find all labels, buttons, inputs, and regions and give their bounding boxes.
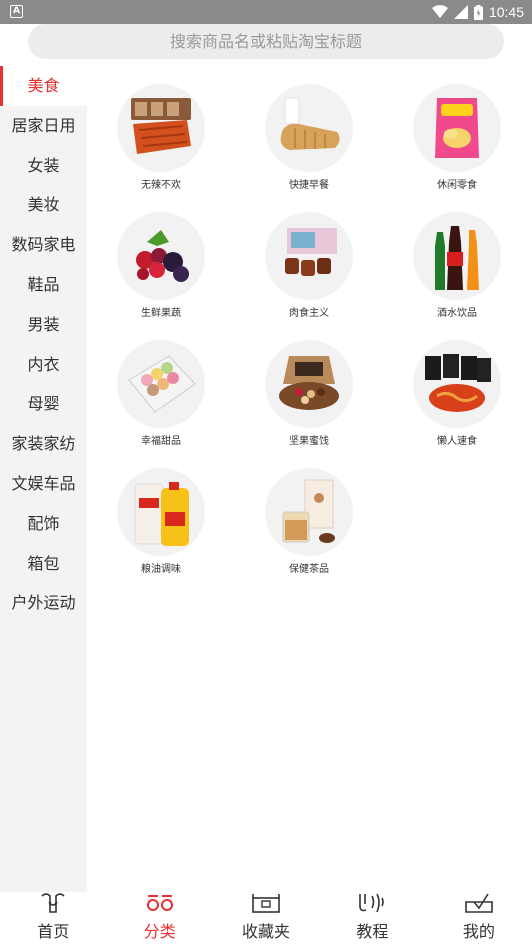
favorites-icon: [252, 894, 280, 913]
drinks-icon: [413, 212, 501, 300]
subcategory-label: 快捷早餐: [289, 180, 329, 191]
subcategory-nuts[interactable]: 坚果蜜饯: [235, 322, 383, 450]
nav-category[interactable]: 分类: [106, 892, 212, 944]
home-icon: [41, 893, 65, 913]
nav-profile[interactable]: 我的: [426, 892, 532, 944]
signal-icon: [453, 5, 468, 19]
subcategory-label: 懒人速食: [437, 436, 477, 447]
sidebar-item-electronics[interactable]: 数码家电: [0, 225, 87, 265]
chips-icon: [413, 84, 501, 172]
subcategory-fresh[interactable]: 生鲜果蔬: [87, 194, 235, 322]
sidebar-item-mother-baby[interactable]: 母婴: [0, 384, 87, 424]
sidebar-item-womens-clothing[interactable]: 女装: [0, 146, 87, 186]
subcategory-breakfast[interactable]: 快捷早餐: [235, 66, 383, 194]
subcategory-desserts[interactable]: 幸福甜品: [87, 322, 235, 450]
nav-tutorial[interactable]: 教程: [319, 892, 425, 944]
battery-icon: [473, 4, 483, 20]
nav-tutorial-label: 教程: [356, 922, 389, 941]
sidebar-item-underwear[interactable]: 内衣: [0, 345, 87, 385]
sidebar-item-entertainment-auto[interactable]: 文娱车品: [0, 464, 87, 504]
nav-favorites[interactable]: 收藏夹: [213, 892, 319, 944]
subcategory-label: 粮油调味: [141, 564, 181, 575]
macaron-icon: [117, 340, 205, 428]
app-notification-icon: A: [10, 5, 23, 18]
profile-icon: [465, 893, 493, 913]
subcategory-grain-oil[interactable]: 粮油调味: [87, 450, 235, 578]
sidebar-item-shoes[interactable]: 鞋品: [0, 265, 87, 305]
subcategory-label: 肉食主义: [289, 308, 329, 319]
subcategory-instant-food[interactable]: 懒人速食: [383, 322, 531, 450]
meat-icon: [265, 212, 353, 300]
subcategory-health-tea[interactable]: 保健茶品: [235, 450, 383, 578]
bottom-nav: 首页 分类 收藏夹 教程 我的: [0, 892, 532, 944]
sidebar-item-household[interactable]: 居家日用: [0, 106, 87, 146]
subcategory-label: 休闲零食: [437, 180, 477, 191]
status-bar: A 10:45: [0, 0, 532, 24]
subcategory-spicy[interactable]: 无辣不欢: [87, 66, 235, 194]
instant-noodle-icon: [413, 340, 501, 428]
category-icon: [146, 895, 173, 911]
subcategory-label: 生鲜果蔬: [141, 308, 181, 319]
spicy-snack-icon: [117, 84, 205, 172]
sidebar-item-home-textile[interactable]: 家装家纺: [0, 424, 87, 464]
nav-favorites-label: 收藏夹: [242, 922, 291, 941]
subcategory-label: 坚果蜜饯: [289, 436, 329, 447]
subcategory-snacks[interactable]: 休闲零食: [383, 66, 531, 194]
subcategory-meat[interactable]: 肉食主义: [235, 194, 383, 322]
rice-oil-icon: [117, 468, 205, 556]
category-sidebar: 美食 居家日用 女装 美妆 数码家电 鞋品 男装 内衣 母婴 家装家纺 文娱车品…: [0, 66, 87, 892]
tea-icon: [265, 468, 353, 556]
nav-home[interactable]: 首页: [0, 892, 106, 944]
nuts-icon: [265, 340, 353, 428]
nav-home-label: 首页: [37, 922, 70, 941]
sidebar-item-bags[interactable]: 箱包: [0, 544, 87, 584]
nav-profile-label: 我的: [462, 922, 495, 941]
berries-icon: [117, 212, 205, 300]
sidebar-item-mens-clothing[interactable]: 男装: [0, 305, 87, 345]
tutorial-icon: [359, 893, 385, 913]
sidebar-item-accessories[interactable]: 配饰: [0, 504, 87, 544]
subcategory-drinks[interactable]: 酒水饮品: [383, 194, 531, 322]
sidebar-item-food[interactable]: 美食: [0, 66, 87, 106]
sidebar-item-outdoor[interactable]: 户外运动: [0, 583, 87, 623]
wifi-icon: [431, 5, 448, 18]
nav-category-label: 分类: [143, 922, 176, 941]
clock: 10:45: [488, 4, 524, 20]
sidebar-item-beauty[interactable]: 美妆: [0, 185, 87, 225]
subcategory-label: 酒水饮品: [437, 308, 477, 319]
bread-icon: [265, 84, 353, 172]
subcategory-label: 无辣不欢: [141, 180, 181, 191]
search-input[interactable]: 搜索商品名或粘贴淘宝标题: [28, 24, 504, 59]
subcategory-label: 幸福甜品: [141, 436, 181, 447]
subcategory-label: 保健茶品: [289, 564, 329, 575]
search-bar: 搜索商品名或粘贴淘宝标题: [0, 24, 532, 66]
